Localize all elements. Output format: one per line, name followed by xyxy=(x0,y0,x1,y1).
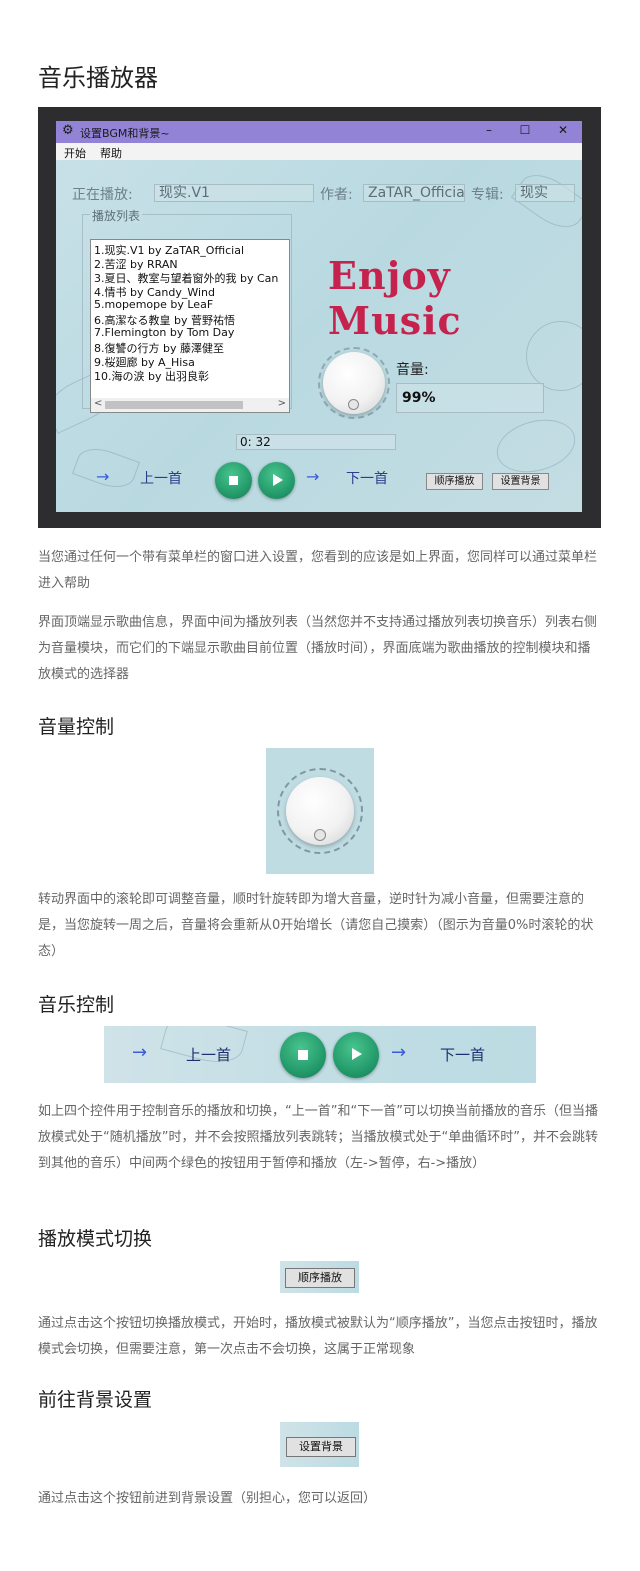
app-screenshot: ⚙ 设置BGM和背景~ – ☐ ✕ 开始 帮助 正在播放: 现实.V1 作者: … xyxy=(38,107,601,528)
page-title: 音乐播放器 xyxy=(38,64,158,92)
play-icon xyxy=(352,1048,362,1060)
album-field: 现实 xyxy=(515,184,575,202)
list-item[interactable]: 7.Flemington by Tom Day xyxy=(94,326,234,339)
section-heading: 前往背景设置 xyxy=(38,1389,153,1411)
knob-indicator xyxy=(348,399,359,410)
music-controls-figure: → 上一首 → 下一首 xyxy=(104,1026,536,1083)
scroll-left-icon[interactable]: < xyxy=(94,398,102,409)
background-button-figure: 设置背景 xyxy=(280,1422,359,1467)
paragraph: 界面顶端显示歌曲信息，界面中间为播放列表（当然您并不支持通过播放列表切换音乐）列… xyxy=(38,615,598,682)
paragraph: 通过点击这个按钮切换播放模式，开始时，播放模式被默认为“顺序播放”，当您点击按钮… xyxy=(38,1316,598,1357)
title-bar: ⚙ 设置BGM和背景~ – ☐ ✕ xyxy=(56,121,582,143)
paragraph: 通过点击这个按钮前进到背景设置（别担心，您可以返回） xyxy=(38,1491,377,1506)
paragraph: 当您通过任何一个带有菜单栏的窗口进入设置，您看到的应该是如上界面，您同样可以通过… xyxy=(38,550,598,591)
minimize-button[interactable]: – xyxy=(482,123,496,137)
volume-display: 99% xyxy=(396,383,544,413)
window-title: 设置BGM和背景~ xyxy=(80,127,170,140)
volume-knob[interactable] xyxy=(323,352,385,414)
enjoy-music-banner: Enjoy Music xyxy=(328,253,462,343)
flower-decoration xyxy=(490,411,582,481)
stop-button[interactable] xyxy=(215,462,252,499)
now-playing-field: 现实.V1 xyxy=(154,184,314,202)
background-button-figure-button: 设置背景 xyxy=(286,1437,356,1457)
stop-button-figure xyxy=(280,1032,326,1078)
volume-knob xyxy=(286,777,354,845)
next-arrow-icon[interactable]: → xyxy=(306,467,319,486)
playlist[interactable]: 1.现实.V1 by ZaTAR_Official 2.苦涩 by RRAN 3… xyxy=(90,239,290,413)
section-heading: 音乐控制 xyxy=(38,994,115,1016)
volume-knob-figure xyxy=(266,748,374,874)
play-mode-figure: 顺序播放 xyxy=(280,1261,359,1293)
paragraph: 如上四个控件用于控制音乐的播放和切换，“上一首”和“下一首”可以切换当前播放的音… xyxy=(38,1104,598,1171)
section-heading: 音量控制 xyxy=(38,716,115,738)
next-button[interactable]: 下一首 xyxy=(346,468,388,488)
play-button[interactable] xyxy=(258,462,295,499)
close-button[interactable]: ✕ xyxy=(556,123,570,137)
menu-start[interactable]: 开始 xyxy=(64,145,86,161)
play-button-figure xyxy=(333,1032,379,1078)
time-display: 0: 32 xyxy=(236,434,396,450)
list-item[interactable]: 5.mopemope by LeaF xyxy=(94,298,213,311)
menu-help[interactable]: 帮助 xyxy=(100,145,122,161)
volume-label: 音量: xyxy=(396,362,429,378)
now-playing-label: 正在播放: xyxy=(72,187,133,203)
next-arrow-icon: → xyxy=(391,1042,407,1063)
list-item[interactable]: 10.海の涙 by 出羽良彰 xyxy=(94,368,209,384)
background-settings-button[interactable]: 设置背景 xyxy=(492,473,549,490)
stop-icon xyxy=(229,476,238,485)
play-icon xyxy=(273,474,283,486)
gear-icon: ⚙ xyxy=(62,123,74,138)
playlist-caption: 播放列表 xyxy=(90,207,143,224)
knob-indicator xyxy=(314,829,326,841)
menu-bar: 开始 帮助 xyxy=(56,143,582,160)
author-field: ZaTAR_Official xyxy=(363,184,465,202)
play-mode-button-figure: 顺序播放 xyxy=(285,1268,355,1288)
stop-icon xyxy=(298,1050,308,1060)
scroll-right-icon[interactable]: > xyxy=(278,398,286,409)
prev-button[interactable]: 上一首 xyxy=(140,468,182,488)
horizontal-scrollbar[interactable]: < > xyxy=(91,398,289,412)
app-window: ⚙ 设置BGM和背景~ – ☐ ✕ 开始 帮助 正在播放: 现实.V1 作者: … xyxy=(56,121,582,512)
paragraph: 转动界面中的滚轮即可调整音量，顺时针旋转即为增大音量，逆时针为减小音量，但需要注… xyxy=(38,892,594,959)
section-heading: 播放模式切换 xyxy=(38,1228,153,1250)
album-label: 专辑: xyxy=(471,187,504,203)
next-label: 下一首 xyxy=(440,1046,486,1064)
play-mode-button[interactable]: 顺序播放 xyxy=(426,473,483,490)
prev-label: 上一首 xyxy=(186,1046,232,1064)
prev-arrow-icon: → xyxy=(132,1042,148,1063)
scroll-thumb[interactable] xyxy=(105,401,243,409)
prev-arrow-icon[interactable]: → xyxy=(96,467,109,486)
maximize-button[interactable]: ☐ xyxy=(518,123,532,137)
author-label: 作者: xyxy=(320,187,353,203)
